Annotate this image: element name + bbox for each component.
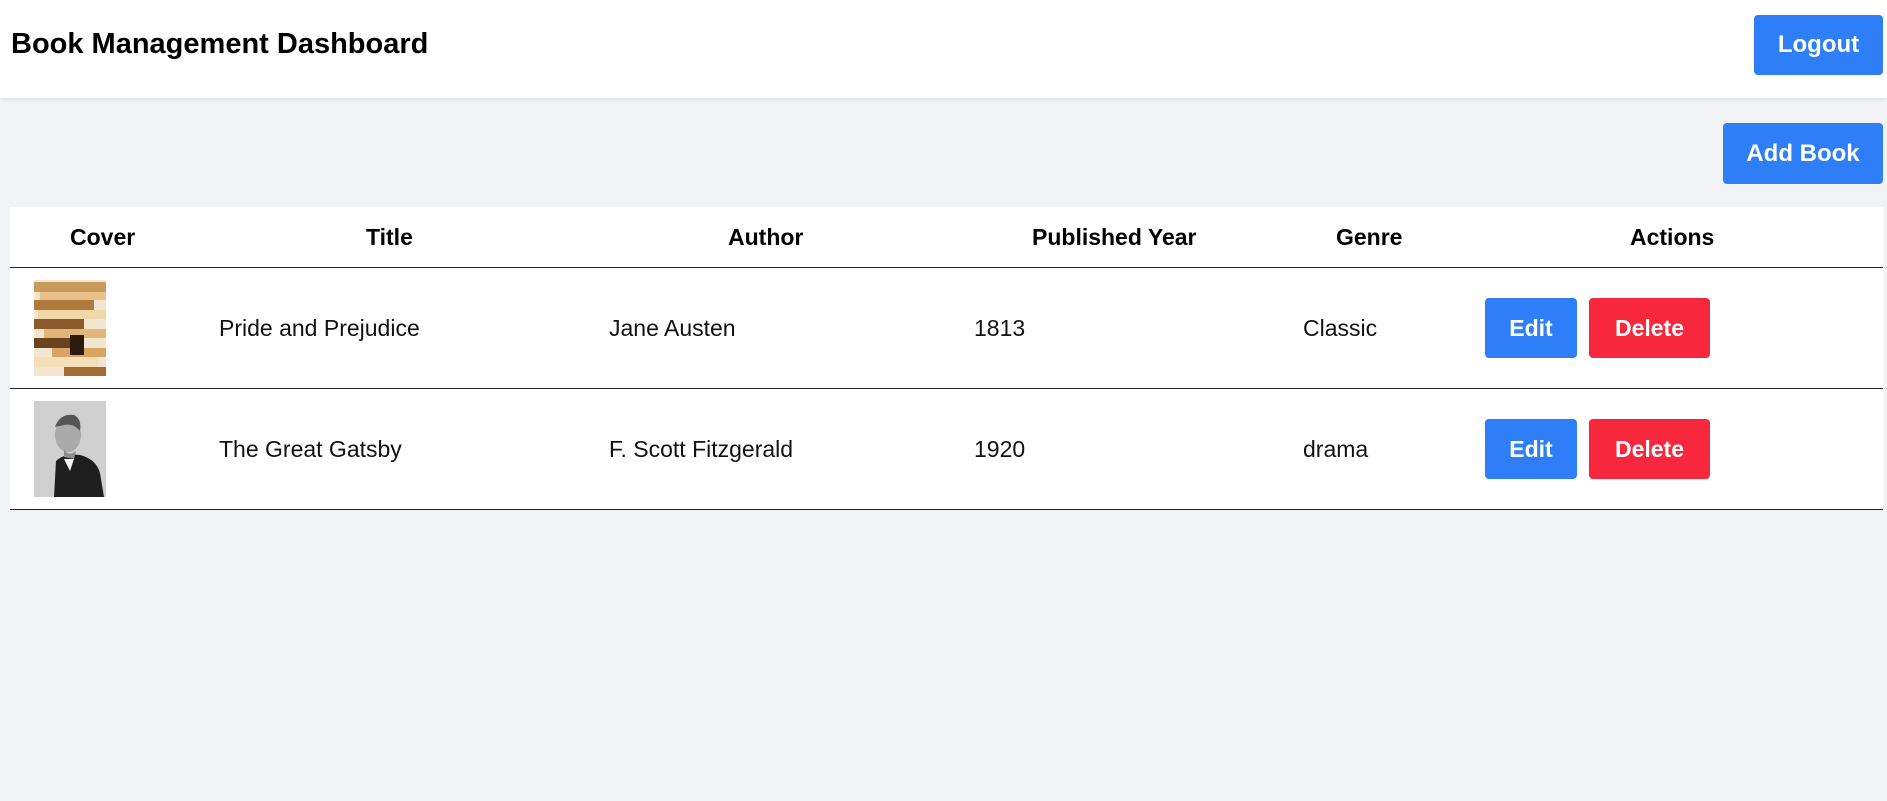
book-title: Pride and Prejudice xyxy=(219,315,420,341)
column-header-actions: Actions xyxy=(1630,224,1715,250)
books-table: Cover Title Author Published Year Genre … xyxy=(10,207,1883,510)
book-author: Jane Austen xyxy=(609,315,736,341)
top-header: Book Management Dashboard Logout xyxy=(0,0,1887,98)
book-author: F. Scott Fitzgerald xyxy=(609,436,794,462)
column-header-published-year: Published Year xyxy=(1032,224,1197,250)
column-header-genre: Genre xyxy=(1336,224,1403,250)
column-header-cover: Cover xyxy=(70,224,136,250)
column-header-author: Author xyxy=(728,224,804,250)
page-title: Book Management Dashboard xyxy=(11,28,429,60)
book-published-year: 1813 xyxy=(974,315,1026,341)
book-genre: drama xyxy=(1303,436,1369,462)
book-cover-image xyxy=(34,401,106,497)
portrait-photo-image xyxy=(34,401,106,497)
column-header-title: Title xyxy=(366,224,413,250)
logout-button[interactable]: Logout xyxy=(1754,15,1883,75)
book-cover-image xyxy=(34,280,106,376)
book-title: The Great Gatsby xyxy=(219,436,402,462)
row-divider xyxy=(10,509,1883,510)
delete-button[interactable]: Delete xyxy=(1589,298,1710,358)
book-published-year: 1920 xyxy=(974,436,1026,462)
table-row: The Great Gatsby F. Scott Fitzgerald 192… xyxy=(10,389,1883,509)
delete-button[interactable]: Delete xyxy=(1589,419,1710,479)
stacked-books-image xyxy=(34,280,106,376)
table-row: Pride and Prejudice Jane Austen 1813 Cla… xyxy=(10,268,1883,388)
edit-button[interactable]: Edit xyxy=(1485,298,1577,358)
book-genre: Classic xyxy=(1303,315,1378,341)
add-book-button[interactable]: Add Book xyxy=(1723,123,1883,184)
edit-button[interactable]: Edit xyxy=(1485,419,1577,479)
